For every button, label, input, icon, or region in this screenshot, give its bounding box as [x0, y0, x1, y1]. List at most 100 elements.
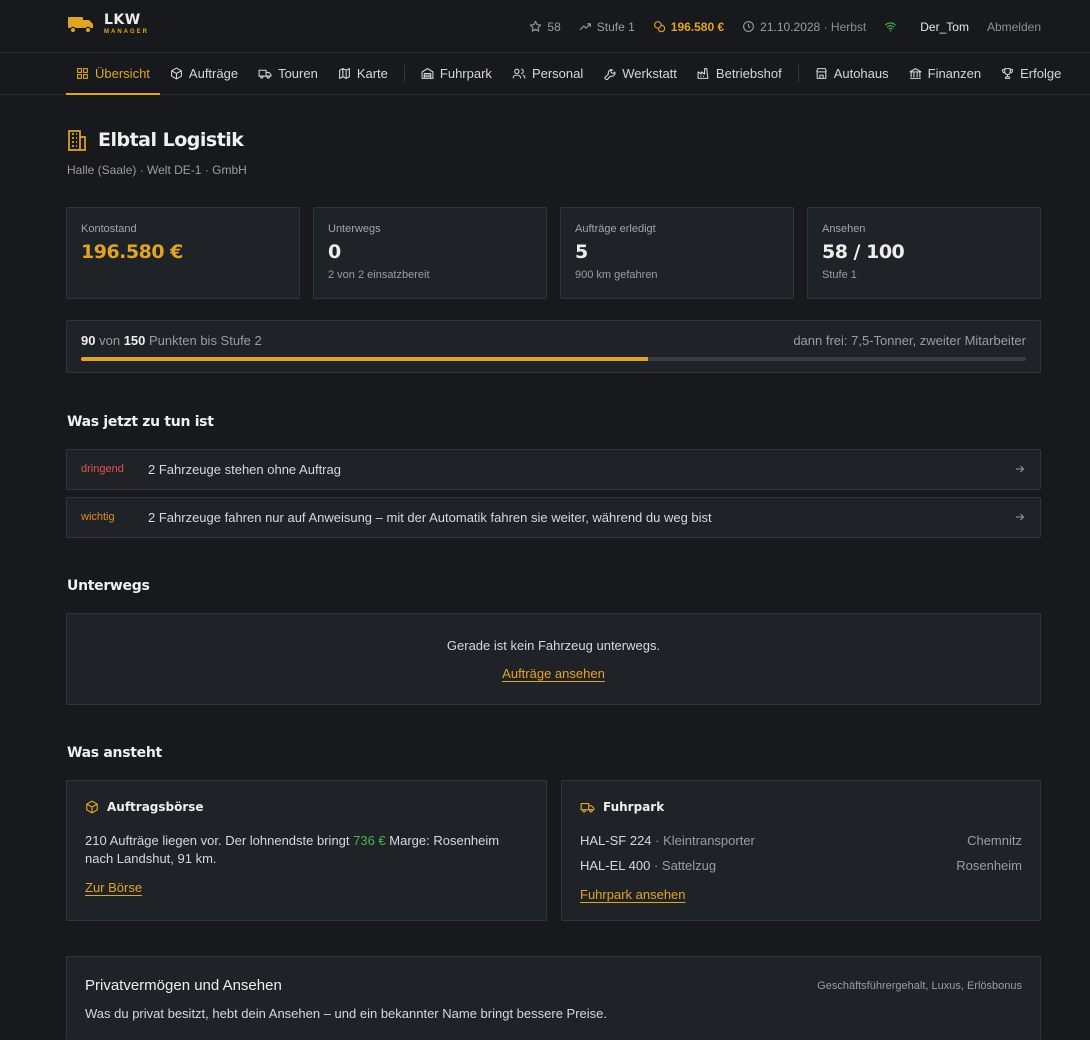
logout-link[interactable]: Abmelden — [987, 20, 1041, 34]
main-nav: Übersicht Aufträge Touren Karte Fuhrpark… — [0, 53, 1090, 95]
stat-label: Aufträge erledigt — [575, 223, 656, 235]
stat-value: 58 / 100 — [822, 241, 905, 263]
nav-item-personal[interactable]: Personal — [502, 53, 593, 94]
truck-icon — [580, 802, 595, 813]
nav-item-finanzen[interactable]: Finanzen — [899, 53, 991, 94]
fleet-card: Fuhrpark HAL-SF 224 · Kleintransporter C… — [561, 780, 1041, 921]
private-text: Was du privat besitzt, hebt dein Ansehen… — [85, 1006, 607, 1021]
todo-item[interactable]: wichtig 2 Fahrzeuge fahren nur auf Anwei… — [66, 497, 1041, 538]
clock-icon — [743, 21, 755, 32]
private-title: Privatvermögen und Ansehen — [85, 977, 282, 994]
factory-icon — [697, 68, 709, 79]
vehicle-location: Rosenheim — [956, 858, 1022, 873]
progress-suffix: Punkten bis Stufe 2 — [149, 333, 262, 348]
nav-item-touren[interactable]: Touren — [248, 53, 328, 94]
vehicle-type: · Sattelzug — [653, 858, 717, 873]
logo-subtitle: MANAGER — [104, 29, 149, 35]
stat-label: Ansehen — [822, 223, 866, 235]
nav-divider — [403, 65, 405, 82]
wifi-icon — [885, 22, 897, 32]
underway-empty-text: Gerade ist kein Fahrzeug unterwegs. — [446, 638, 661, 653]
level-progress-card: 90 von 150 Punkten bis Stufe 2 dann frei… — [66, 320, 1041, 373]
nav-item-erfolge[interactable]: Erfolge — [991, 53, 1071, 94]
market-title-text: Auftragsbörse — [107, 800, 204, 814]
progress-total: 150 — [123, 333, 146, 348]
market-amount: 736 € — [353, 833, 386, 848]
progress-of: von — [99, 333, 121, 348]
nav-label: Touren — [278, 66, 318, 81]
private-tags: Geschäftsführergehalt, Luxus, Erlösbonus — [817, 980, 1022, 992]
nav-item-autohaus[interactable]: Autohaus — [805, 53, 899, 94]
star-icon — [530, 20, 542, 32]
wrench-icon — [604, 69, 616, 80]
level-value: Stufe 1 — [596, 19, 635, 34]
view-orders-link[interactable]: Aufträge ansehen — [502, 666, 605, 681]
stars-value: 58 — [547, 19, 561, 34]
top-bar: LKW MANAGER 58 Stufe 1 196.580 € 21.10.2… — [0, 0, 1090, 53]
store-icon — [815, 68, 827, 79]
vehicle-type: · Kleintransporter — [655, 833, 755, 848]
vehicle-plate: HAL-EL 400 — [580, 858, 651, 873]
balance-value: 196.580 € — [670, 19, 725, 34]
connection-indicator — [884, 20, 902, 33]
nav-item-werkstatt[interactable]: Werkstatt — [593, 53, 687, 94]
season-value: · Herbst — [823, 19, 867, 34]
stat-value: 5 — [575, 241, 588, 263]
todo-text: 2 Fahrzeuge stehen ohne Auftrag — [148, 462, 341, 477]
map-icon — [338, 68, 350, 79]
nav-label: Werkstatt — [622, 66, 677, 81]
vehicle-location: Chemnitz — [967, 833, 1022, 848]
nav-label: Fuhrpark — [439, 66, 492, 81]
garage-icon — [421, 68, 434, 79]
level-indicator: Stufe 1 — [579, 20, 635, 34]
fleet-title-text: Fuhrpark — [603, 800, 665, 814]
fleet-vehicle-row[interactable]: HAL-EL 400 · Sattelzug Rosenheim — [580, 858, 1022, 873]
nav-item-uebersicht[interactable]: Übersicht — [66, 53, 160, 95]
vehicle-plate: HAL-SF 224 — [580, 833, 652, 848]
nav-label: Betriebshof — [715, 66, 782, 81]
to-market-link[interactable]: Zur Börse — [85, 880, 142, 895]
todo-tag-urgent: dringend — [81, 463, 124, 475]
grid-icon — [77, 68, 88, 79]
fleet-title: Fuhrpark — [580, 800, 664, 814]
stat-card-orders: Aufträge erledigt 5 900 km gefahren — [560, 207, 794, 299]
nav-label: Personal — [531, 66, 584, 81]
nav-label: Übersicht — [95, 66, 150, 81]
nav-label: Aufträge — [188, 66, 239, 81]
stat-card-balance: Kontostand 196.580 € — [66, 207, 300, 299]
company-header: Elbtal Logistik — [67, 129, 244, 151]
progress-bar-fill — [81, 357, 648, 361]
logo-name: LKW — [104, 12, 141, 28]
market-text-start: 210 Aufträge liegen vor. Der lohnendste … — [85, 833, 354, 848]
fleet-vehicle-row[interactable]: HAL-SF 224 · Kleintransporter Chemnitz — [580, 833, 1022, 848]
todo-text: 2 Fahrzeuge fahren nur auf Anweisung – m… — [148, 510, 712, 525]
todo-item[interactable]: dringend 2 Fahrzeuge stehen ohne Auftrag — [66, 449, 1041, 490]
stat-label: Kontostand — [81, 223, 137, 235]
view-fleet-link[interactable]: Fuhrpark ansehen — [580, 887, 686, 902]
nav-divider — [797, 65, 799, 82]
trend-up-icon — [579, 23, 591, 31]
nav-item-auftraege[interactable]: Aufträge — [160, 53, 248, 94]
progress-bar — [81, 357, 1026, 361]
nav-item-karte[interactable]: Karte — [328, 53, 398, 94]
company-subtitle: Halle (Saale) · Welt DE-1 · GmbH — [67, 163, 247, 177]
stars-indicator: 58 — [529, 19, 561, 34]
nav-label: Erfolge — [1020, 66, 1062, 81]
stat-label: Unterwegs — [328, 223, 381, 235]
user-name[interactable]: Der_Tom — [920, 20, 969, 34]
underway-heading: Unterwegs — [67, 578, 150, 594]
nav-item-betriebshof[interactable]: Betriebshof — [687, 53, 792, 94]
market-card: Auftragsbörse 210 Aufträge liegen vor. D… — [66, 780, 547, 921]
people-icon — [512, 68, 526, 79]
date-indicator: 21.10.2028 · Herbst — [742, 20, 866, 34]
stat-card-reputation: Ansehen 58 / 100 Stufe 1 — [807, 207, 1041, 299]
stat-value: 196.580 € — [81, 241, 183, 263]
bank-icon — [909, 68, 922, 79]
stat-value: 0 — [328, 241, 341, 263]
app-logo[interactable]: LKW MANAGER — [67, 13, 149, 35]
private-wealth-card[interactable]: Privatvermögen und Ansehen Geschäftsführ… — [66, 956, 1041, 1040]
progress-unlock: dann frei: 7,5-Tonner, zweiter Mitarbeit… — [793, 333, 1026, 348]
truck-logo-icon — [68, 17, 93, 34]
nav-item-fuhrpark[interactable]: Fuhrpark — [411, 53, 502, 94]
stat-sub: 2 von 2 einsatzbereit — [328, 269, 430, 281]
